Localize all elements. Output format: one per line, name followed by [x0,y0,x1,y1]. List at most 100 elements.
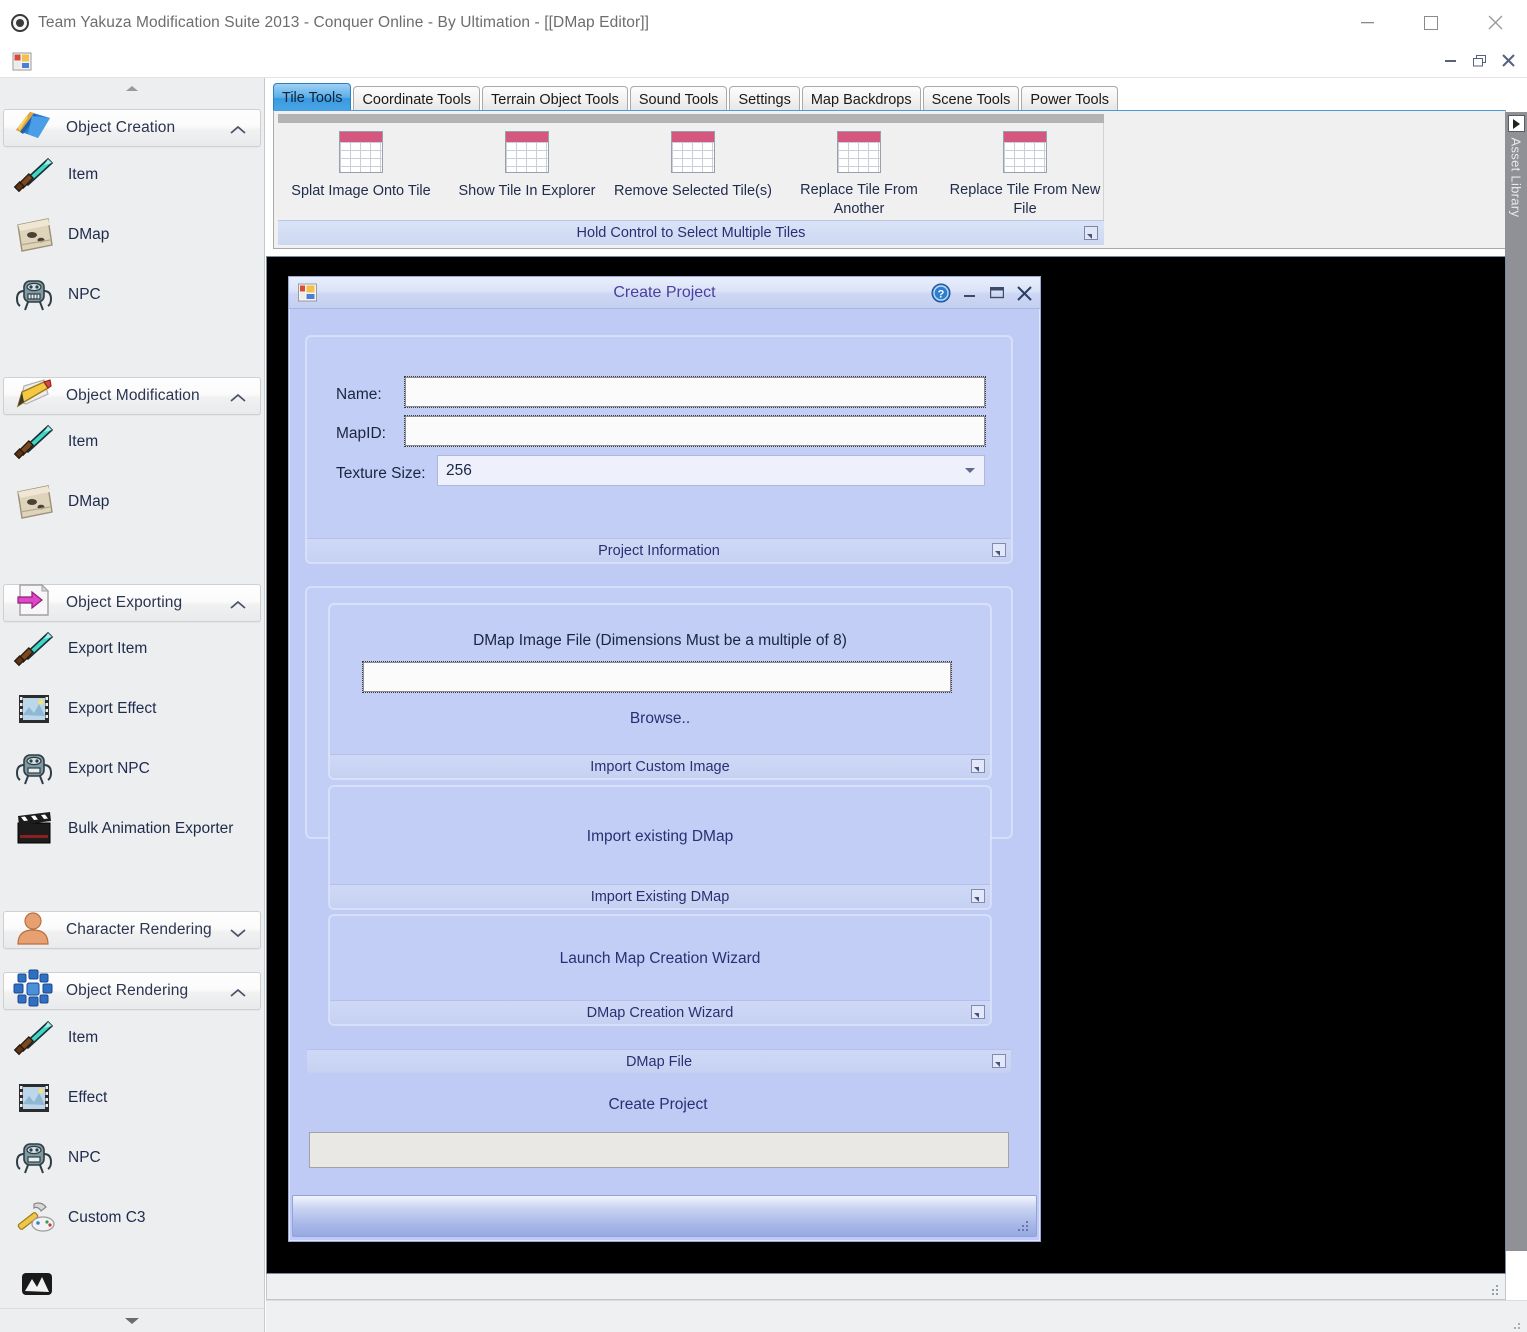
dialog-launcher-icon[interactable] [971,1005,985,1019]
sidebar-item-label: Custom C3 [68,1209,146,1226]
sidebar-scroll-down-button[interactable] [0,1308,264,1332]
tab-tile-tools[interactable]: Tile Tools [273,83,352,112]
window-status-bar [266,1300,1527,1332]
sidebar-item-label: DMap [68,493,110,510]
name-input[interactable] [404,376,986,408]
chevron-up-icon [230,122,246,140]
tab-label: Settings [738,91,791,108]
sidebar-group-object-modification[interactable]: Object Modification [3,377,261,415]
dialog-close-button[interactable] [1017,285,1032,301]
project-information-footer-label: Project Information [598,542,720,559]
sidebar-item-label: Item [68,433,99,450]
chevron-up-icon [230,597,246,615]
dialog-launcher-icon[interactable] [971,889,985,903]
tab-scene-tools[interactable]: Scene Tools [922,86,1020,112]
dialog-maximize-button[interactable] [990,287,1004,299]
launch-map-creation-wizard-button[interactable]: Launch Map Creation Wizard [330,947,990,971]
sidebar-group-character-rendering[interactable]: Character Rendering [3,911,261,949]
tab-terrain-object-tools[interactable]: Terrain Object Tools [482,86,628,112]
sidebar-scroll-up-button[interactable] [0,78,264,98]
sidebar-item-label: NPC [68,286,101,303]
mdi-minimize-button[interactable] [1436,47,1465,74]
chevron-up-icon [230,985,246,1003]
dialog-minimize-button[interactable] [964,289,977,298]
tab-label: Power Tools [1030,91,1110,108]
help-icon[interactable]: ? [931,283,951,303]
window-resize-grip[interactable] [1511,1317,1521,1329]
mapid-input[interactable] [404,415,986,447]
ribbon-button-show-tile-in-explorer[interactable]: Show Tile In Explorer [444,127,610,219]
create-project-icon [298,283,317,302]
tab-label: Map Backdrops [810,91,912,108]
browse-button[interactable]: Browse.. [330,707,990,731]
sidebar-item-dmap-modify[interactable]: DMap [10,477,260,527]
ribbon-button-splat-image-onto-tile[interactable]: Splat Image Onto Tile [278,127,444,219]
sidebar-item-item-create[interactable]: Item [10,150,260,200]
mdi-restore-button[interactable] [1465,47,1494,74]
dialog-titlebar[interactable]: Create Project ? [289,277,1040,309]
sidebar-item-export-npc[interactable]: Export NPC [10,744,260,794]
dialog-title: Create Project [613,283,716,301]
texture-size-select[interactable]: 256 [437,455,985,486]
window-title: Team Yakuza Modification Suite 2013 - Co… [38,13,650,31]
user-bust-icon [10,906,56,948]
window-close-button[interactable] [1463,0,1527,45]
import-existing-dmap-button[interactable]: Import existing DMap [330,825,990,849]
sidebar-group-object-exporting[interactable]: Object Exporting [3,583,261,622]
dialog-launcher-icon[interactable] [992,543,1006,557]
ribbon-zone: Tile Tools Coordinate Tools Terrain Obje… [266,78,1506,256]
dialog-launcher-icon[interactable] [971,759,985,773]
sidebar-item-item-modify[interactable]: Item [10,417,260,467]
launch-map-creation-wizard-label: Launch Map Creation Wizard [559,950,761,967]
sidebar-item-label: Item [68,166,99,183]
tab-label: Scene Tools [931,91,1011,108]
tab-label: Tile Tools [282,90,343,106]
tab-map-backdrops[interactable]: Map Backdrops [801,86,921,112]
sidebar-item-effect-render[interactable]: Effect [10,1073,260,1123]
scroll-up-arrow-icon [126,85,138,91]
sidebar-item-label: DMap [68,226,110,243]
sidebar-group-object-creation[interactable]: Object Creation [3,109,261,147]
dmap-image-path-input[interactable] [362,661,952,693]
sidebar-item-item-render[interactable]: Item [10,1013,260,1063]
tile-grid-icon [505,131,549,175]
dialog-launcher-icon[interactable] [992,1054,1006,1068]
asset-library-dock[interactable]: Asset Library [1505,112,1527,1251]
tab-sound-tools[interactable]: Sound Tools [629,86,728,112]
ribbon-button-replace-tile-from-new-file[interactable]: Replace Tile From New File [942,127,1108,219]
mdi-resize-grip[interactable] [1489,1284,1499,1295]
sidebar-item-bulk-animation-exporter[interactable]: Bulk Animation Exporter [10,804,260,854]
tab-coordinate-tools[interactable]: Coordinate Tools [353,86,481,112]
create-project-button[interactable]: Create Project [306,1092,1010,1118]
sidebar-item-custom-c3[interactable]: Custom C3 [10,1193,260,1243]
pencil-icon [10,372,56,414]
dmap-creation-wizard-footer-label: DMap Creation Wizard [586,1004,734,1021]
ribbon-button-remove-selected-tiles[interactable]: Remove Selected Tile(s) [610,127,776,219]
tab-settings[interactable]: Settings [729,86,800,112]
monster-icon [10,1136,58,1180]
ribbon-button-replace-tile-from-another[interactable]: Replace Tile From Another [776,127,942,219]
dmap-file-group: DMap Image File (Dimensions Must be a mu… [306,587,1012,1073]
sidebar-item-label: Item [68,1029,99,1046]
asset-library-label: Asset Library [1508,137,1524,218]
sidebar-item-label: Effect [68,1089,108,1106]
scroll-down-arrow-icon [125,1317,139,1324]
sidebar-item-npc-render[interactable]: NPC [10,1133,260,1183]
expand-right-icon[interactable] [1508,115,1525,132]
mdi-child-icon [12,51,33,72]
sidebar-item-export-effect[interactable]: Export Effect [10,684,260,734]
sword-icon [10,627,58,671]
tab-power-tools[interactable]: Power Tools [1021,86,1119,112]
sidebar-item-dmap-create[interactable]: DMap [10,210,260,260]
sidebar-item-npc-create[interactable]: NPC [10,270,260,320]
window-minimize-button[interactable] [1335,0,1399,45]
sidebar-item-partial[interactable] [10,1273,260,1305]
mdi-close-button[interactable] [1494,47,1523,74]
tile-grid-icon [671,131,715,175]
window-controls [1335,0,1527,45]
dialog-launcher-icon[interactable] [1084,226,1098,240]
sidebar-item-export-item[interactable]: Export Item [10,624,260,674]
dialog-resize-grip[interactable] [1018,1220,1030,1232]
window-maximize-button[interactable] [1399,0,1463,45]
sidebar-group-object-rendering[interactable]: Object Rendering [3,969,261,1010]
